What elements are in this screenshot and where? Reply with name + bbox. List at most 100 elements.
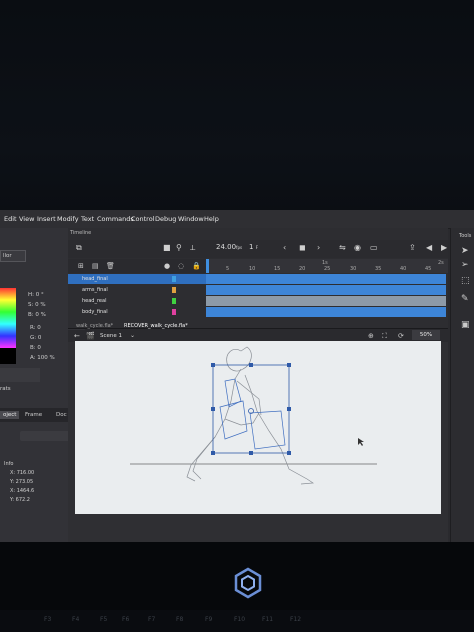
- center-stage-icon[interactable]: ⊕: [368, 332, 374, 340]
- loop-icon[interactable]: ⇋: [339, 243, 346, 252]
- lock-icon[interactable]: 🔒: [192, 262, 201, 270]
- next-keyframe-icon[interactable]: ›: [317, 243, 320, 252]
- layer-frames[interactable]: [206, 296, 446, 306]
- folder-icon[interactable]: ▤: [92, 262, 99, 270]
- layers-stack-icon[interactable]: ⧉: [76, 243, 82, 253]
- ruler-mark: 40: [400, 266, 407, 272]
- camera-icon[interactable]: ■: [163, 243, 171, 252]
- hue-value[interactable]: H: 0 °: [28, 290, 46, 300]
- fn-key: F6: [122, 616, 130, 623]
- layer-name[interactable]: arms_final: [82, 287, 108, 293]
- stop-icon[interactable]: ◼: [299, 243, 306, 252]
- saturation-value[interactable]: S: 0 %: [28, 300, 46, 310]
- tab-frame[interactable]: Frame: [25, 412, 42, 418]
- layer-color-swatch[interactable]: [172, 298, 176, 304]
- menu-modify[interactable]: Modify: [57, 215, 79, 223]
- selection-tool-icon[interactable]: ➤: [461, 246, 469, 256]
- layer-header: ⊞ ▤ 🗑 ● ◌ 🔒: [68, 259, 208, 273]
- menu-window[interactable]: Window: [178, 215, 204, 223]
- tab-object[interactable]: oject: [0, 411, 20, 419]
- keyboard-fn-row: F3 F4 F5 F6 F7 F8 F9 F10 F11 F12: [0, 610, 474, 632]
- ruler-second: 1s: [322, 260, 328, 266]
- layer-row[interactable]: body_final: [68, 307, 206, 317]
- red-value[interactable]: R: 0: [30, 323, 55, 333]
- timeline-title: Timeline: [70, 230, 92, 236]
- walk-cycle-drawing: [130, 346, 377, 485]
- cursor-y: Y: 672.2: [10, 497, 30, 503]
- green-value[interactable]: G: 0: [30, 333, 55, 343]
- layer-frames[interactable]: [206, 307, 446, 317]
- parent-view-icon[interactable]: ⚲: [176, 243, 182, 252]
- back-arrow-icon[interactable]: ←: [74, 332, 80, 340]
- stage-canvas[interactable]: [75, 341, 441, 514]
- layer-name[interactable]: head_final: [82, 276, 108, 282]
- menu-control[interactable]: Control: [131, 215, 155, 223]
- menu-view[interactable]: View: [19, 215, 34, 223]
- color-type-dropdown[interactable]: llor: [0, 250, 26, 262]
- edit-multiple-icon[interactable]: ▭: [370, 243, 378, 252]
- ruler-mark: 15: [274, 266, 281, 272]
- doc-tab[interactable]: walk_cycle.fla*: [76, 323, 113, 329]
- prev-keyframe-icon[interactable]: ‹: [283, 243, 286, 252]
- tab-doc[interactable]: Doc: [56, 412, 67, 418]
- scene-name[interactable]: Scene 1: [100, 333, 122, 339]
- menu-edit[interactable]: Edit: [4, 215, 17, 223]
- ruler-mark: 35: [375, 266, 382, 272]
- current-frame[interactable]: 1 F: [249, 243, 258, 251]
- layer-name[interactable]: head_real: [82, 298, 106, 304]
- fn-key: F9: [205, 616, 213, 623]
- layer-row[interactable]: head_real: [68, 296, 206, 306]
- play-icon[interactable]: ▶: [441, 243, 447, 252]
- menu-help[interactable]: Help: [204, 215, 219, 223]
- layer-frames[interactable]: [206, 274, 446, 284]
- layer-row[interactable]: head_final: [68, 274, 206, 284]
- trash-icon[interactable]: 🗑: [106, 262, 115, 270]
- chevron-down-icon[interactable]: ⌄: [130, 332, 135, 339]
- playhead[interactable]: [206, 259, 209, 273]
- menu-text[interactable]: Text: [81, 215, 94, 223]
- fps-value[interactable]: 24.00fps: [216, 243, 242, 251]
- clip-icon[interactable]: ⛶: [382, 332, 387, 341]
- doc-tab-active[interactable]: RECOVER_walk_cycle.fla*: [124, 323, 188, 329]
- timeline-ruler[interactable]: 5 10 15 20 25 30 35 40 45 1s 2s: [206, 259, 448, 273]
- onion-skin-icon[interactable]: ◉: [354, 243, 361, 252]
- blue-value[interactable]: B: 0: [30, 343, 55, 353]
- rotate-icon[interactable]: ⟳: [398, 332, 404, 340]
- alpha-value[interactable]: A: 100 %: [30, 353, 55, 363]
- laptop-logo-icon: [228, 565, 268, 601]
- layer-color-swatch[interactable]: [172, 309, 176, 315]
- layer-row[interactable]: arms_final: [68, 285, 206, 295]
- menu-debug[interactable]: Debug: [155, 215, 176, 223]
- share-icon[interactable]: ⇪: [409, 243, 416, 252]
- layer-color-swatch[interactable]: [172, 287, 176, 293]
- hex-field[interactable]: [0, 368, 40, 382]
- fn-key: F10: [234, 616, 246, 623]
- fn-key: F3: [44, 616, 52, 623]
- hide-icon[interactable]: ◌: [178, 262, 184, 270]
- fn-key: F7: [148, 616, 156, 623]
- subselect-tool-icon[interactable]: ➢: [461, 260, 469, 270]
- transform-tool-icon[interactable]: ⬚: [461, 276, 470, 286]
- fn-key: F5: [100, 616, 108, 623]
- tool-icon[interactable]: ▣: [461, 320, 470, 330]
- filter-buttons[interactable]: [20, 431, 70, 441]
- brightness-value[interactable]: B: 0 %: [28, 310, 46, 320]
- color-spectrum[interactable]: [0, 288, 16, 348]
- fn-key: F11: [262, 616, 274, 623]
- anchor-icon[interactable]: ⟂: [190, 243, 195, 253]
- ruler-mark: 5: [226, 266, 230, 272]
- highlight-icon[interactable]: ●: [164, 262, 170, 270]
- fn-key: F12: [290, 616, 302, 623]
- layer-frames[interactable]: [206, 285, 446, 295]
- new-layer-icon[interactable]: ⊞: [78, 262, 84, 270]
- ruler-mark: 25: [324, 266, 331, 272]
- rewind-icon[interactable]: ◀: [426, 243, 432, 252]
- layer-name[interactable]: body_final: [82, 309, 108, 315]
- brush-tool-icon[interactable]: ✎: [461, 294, 469, 304]
- layer-color-swatch[interactable]: [172, 276, 176, 282]
- menu-commands[interactable]: Commands: [97, 215, 134, 223]
- fn-key: F8: [176, 616, 184, 623]
- fn-key: F4: [72, 616, 80, 623]
- menu-insert[interactable]: Insert: [37, 215, 56, 223]
- zoom-dropdown[interactable]: 50%: [412, 330, 440, 340]
